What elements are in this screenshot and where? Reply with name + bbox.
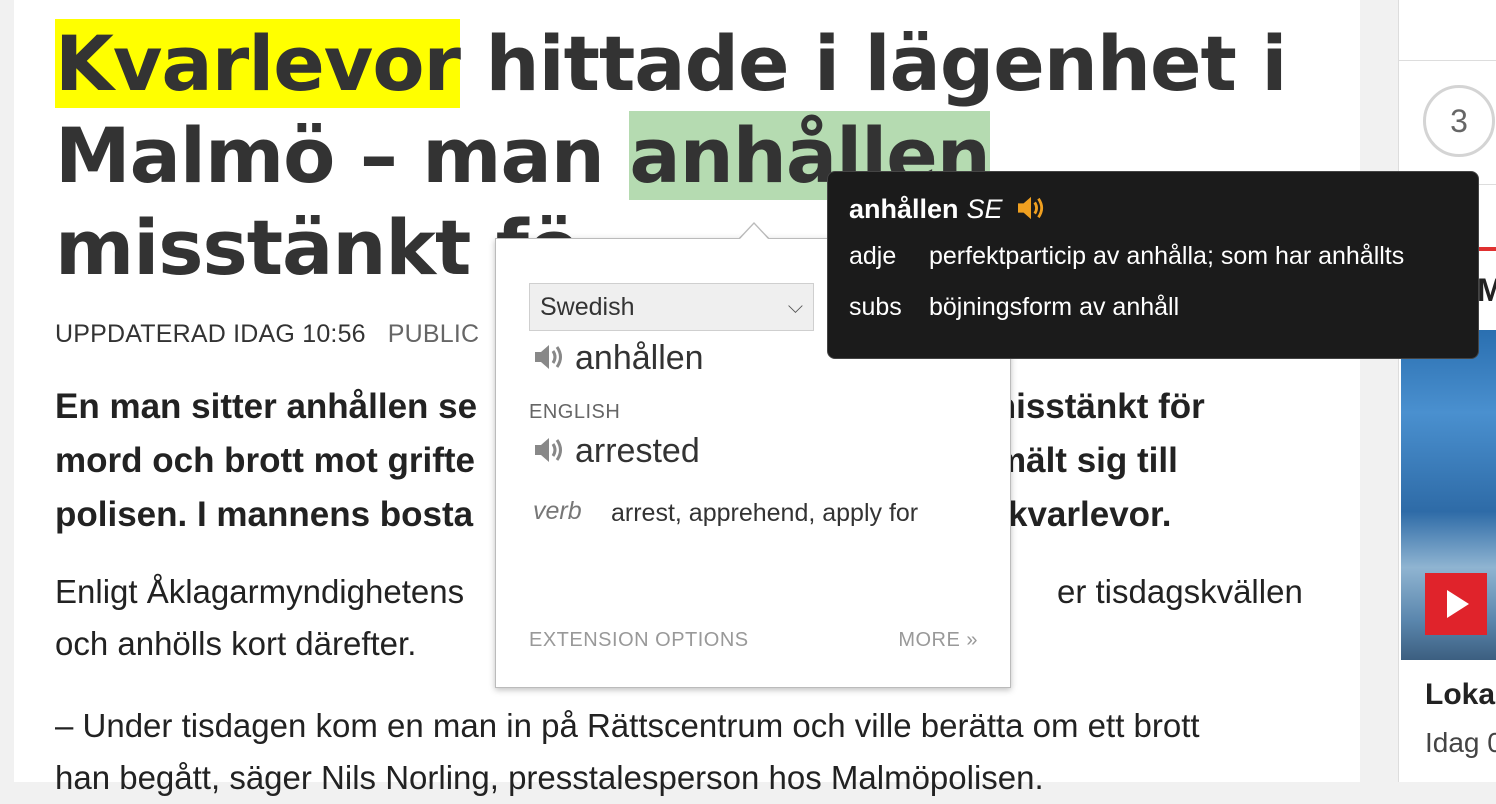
part-of-speech: verb bbox=[533, 497, 582, 525]
dictionary-tooltip: anhållen SE adje perfektparticip av anhål… bbox=[827, 171, 1479, 359]
teaser-date: Idag 0 bbox=[1425, 727, 1496, 758]
updated-timestamp: UPPDATERAD IDAG 10:56 bbox=[55, 320, 366, 348]
speaker-icon[interactable] bbox=[533, 341, 565, 380]
quote-paragraph: – Under tisdagen kom en man in på Rättsc… bbox=[55, 700, 1335, 804]
more-link[interactable]: MORE » bbox=[898, 629, 978, 652]
body-line: han begått, säger Nils Norling, presstal… bbox=[55, 759, 1044, 796]
tooltip-pos: subs bbox=[849, 293, 902, 321]
divider bbox=[1399, 60, 1496, 61]
teaser-title[interactable]: Lokal bbox=[1425, 678, 1496, 712]
tooltip-word: anhållen bbox=[849, 194, 959, 224]
right-rail: 3 Ma Lokal Idag 0 bbox=[1398, 0, 1496, 782]
published-timestamp: PUBLIC bbox=[387, 320, 480, 348]
extension-options-link[interactable]: EXTENSION OPTIONS bbox=[529, 629, 749, 652]
chevron-down-icon: ⌵ bbox=[787, 296, 803, 318]
tooltip-lang: SE bbox=[966, 194, 1003, 224]
article-meta: UPPDATERAD IDAG 10:56 PUBLIC bbox=[55, 320, 479, 349]
tooltip-definition: böjningsform av anhåll bbox=[929, 293, 1180, 321]
popup-arrow-fill bbox=[739, 224, 769, 240]
target-language-label: ENGLISH bbox=[529, 401, 621, 423]
translation: arrested bbox=[533, 432, 700, 473]
section-heading: Ma bbox=[1477, 272, 1496, 308]
tooltip-header: anhållen SE bbox=[849, 194, 1046, 228]
speaker-icon[interactable] bbox=[533, 434, 565, 473]
tooltip-definition: perfektparticip av anhålla; som har anhå… bbox=[929, 242, 1405, 270]
highlight-yellow[interactable]: Kvarlevor bbox=[55, 19, 461, 108]
source-language-select[interactable]: Swedish ⌵ bbox=[529, 283, 814, 331]
selected-language: Swedish bbox=[540, 293, 635, 321]
tooltip-pos: adje bbox=[849, 242, 897, 270]
definitions: arrest, apprehend, apply for bbox=[611, 499, 919, 527]
source-word: anhållen bbox=[533, 339, 704, 380]
play-icon[interactable] bbox=[1425, 573, 1487, 635]
body-line: – Under tisdagen kom en man in på Rättsc… bbox=[55, 707, 1200, 744]
rank-number[interactable]: 3 bbox=[1423, 85, 1495, 157]
speaker-icon[interactable] bbox=[1016, 195, 1046, 228]
